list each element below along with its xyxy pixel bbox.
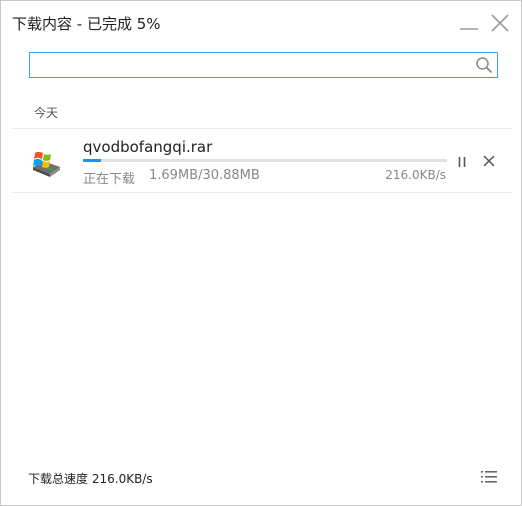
download-window: 下载内容 - 已完成 5% 今天 qvodbofangqi.rar 正在下载 1… (0, 0, 522, 506)
footer-speed: 下载总速度 216.0KB/s (28, 470, 153, 487)
archive-file-icon (33, 151, 60, 177)
search-icon (476, 57, 493, 74)
section-label-today: 今天 (34, 106, 59, 120)
progress-bar-fill (83, 159, 102, 162)
download-item[interactable]: qvodbofangqi.rar 正在下载 1.69MB/30.88MB 216… (12, 129, 512, 192)
progress-bar (83, 159, 447, 162)
search-box (29, 52, 498, 78)
footer-speed-label: 下载总速度 (28, 472, 89, 486)
pause-button[interactable] (453, 153, 471, 171)
minimize-icon (460, 28, 478, 30)
list-menu-icon (481, 471, 497, 483)
search-button[interactable] (475, 56, 493, 74)
close-icon (491, 14, 509, 32)
download-size: 1.69MB/30.88MB (149, 168, 260, 183)
footer-speed-value: 216.0KB/s (91, 472, 153, 486)
cancel-button[interactable] (480, 152, 498, 170)
window-title-text: 下载内容 (12, 15, 73, 33)
window-title-separator: - (72, 15, 87, 33)
search-input[interactable] (30, 53, 482, 77)
minimize-button[interactable] (457, 11, 481, 35)
pause-icon (458, 157, 466, 167)
window-title: 下载内容 - 已完成 5% (12, 13, 161, 34)
divider (12, 192, 512, 193)
menu-button[interactable] (479, 468, 499, 486)
download-speed: 216.0KB/s (385, 168, 446, 182)
file-name[interactable]: qvodbofangqi.rar (83, 138, 212, 156)
close-button[interactable] (488, 11, 512, 35)
window-title-status: 已完成 5% (86, 15, 161, 33)
download-status: 正在下载 (83, 172, 136, 187)
cancel-icon (483, 155, 495, 167)
